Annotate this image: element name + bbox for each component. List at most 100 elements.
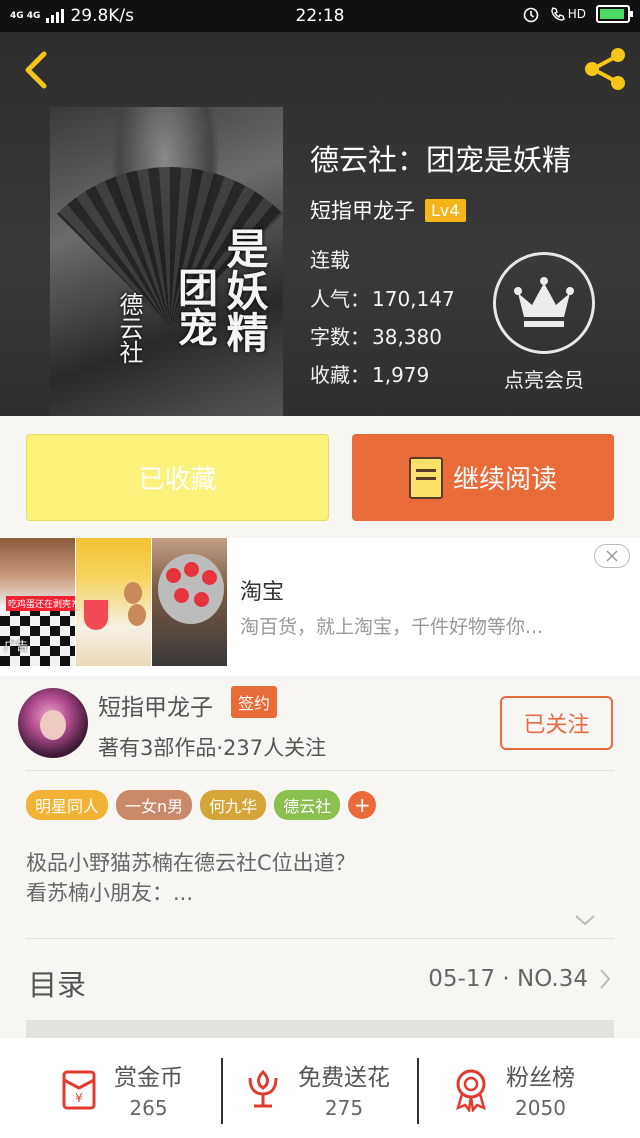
egg-cup [166,568,181,583]
hd-call-icon: HD [550,6,586,22]
table-of-contents-row[interactable]: 目录 05-17 · NO.34 [0,940,640,1024]
divider [26,770,614,771]
book-title: 德云社：团宠是妖精 [310,143,572,177]
words-label: 字数： [310,325,370,349]
author-avatar[interactable] [18,688,88,758]
chevron-left-icon [25,51,47,89]
tag-item[interactable]: 明星同人 [26,790,109,820]
red-envelope-icon: ¥ [62,1070,96,1110]
back-button[interactable] [18,48,58,92]
status-bar: 4G 4G 29.8K/s 22:18 HD [0,0,640,32]
ad-thumbnail: 吃鸡蛋还在剥壳? 广告 [0,538,75,666]
reward-value: 265 [129,1096,168,1120]
book-header: 是妖精 团宠 德云社 德云社：团宠是妖精 短指甲龙子 Lv4 连载 人气： 170… [0,32,640,416]
flowers-value: 275 [324,1096,364,1120]
ad-thumb-caption: 吃鸡蛋还在剥壳? [6,596,75,611]
section-spacer [26,1020,614,1038]
favorites-value: 1,979 [372,363,430,387]
fans-text: 粉丝榜 2050 [506,1058,575,1120]
book-details: 短指甲龙子 签约 著有3部作品·237人关注 已关注 明星同人 一女n男 何九华… [0,676,640,1138]
flower-icon [248,1069,278,1108]
svg-text:¥: ¥ [75,1091,83,1105]
egg-cup [202,570,217,585]
book-popularity: 人气： 170,147 [310,283,455,312]
book-word-count: 字数： 38,380 [310,321,442,350]
egg [124,582,142,604]
author-name[interactable]: 短指甲龙子 [98,688,213,722]
alarm-icon [523,7,539,23]
favorites-label: 收藏： [310,363,370,387]
favorited-button[interactable]: 已收藏 [26,434,329,521]
vip-label: 点亮会员 [504,368,584,392]
words-value: 38,380 [372,325,442,349]
fans-value: 2050 [515,1096,566,1120]
egg-cup [174,588,189,603]
tag-item[interactable]: 何九华 [200,790,267,820]
cover-title-part: 是妖精 [220,227,269,353]
signed-badge: 签约 [231,686,278,718]
toc-title: 目录 [28,968,87,1002]
continue-reading-label: 继续阅读 [452,465,557,495]
separator [221,1058,223,1124]
checkerboard [0,606,75,666]
popularity-value: 170,147 [372,287,455,311]
reward-coins-button[interactable]: ¥ 赏金币 265 [56,1054,183,1124]
flowers-label: 免费送花 [298,1065,390,1091]
chevron-down-icon [575,915,595,926]
ad-close-button[interactable] [594,544,630,568]
tag-list: 明星同人 一女n男 何九华 德云社 + [26,790,377,820]
toc-latest: 05-17 · NO.34 [428,966,612,992]
bottom-action-bar: ¥ 赏金币 265 免费送花 275 粉丝榜 2050 [0,1038,640,1138]
book-author-row: 短指甲龙子 Lv4 [310,195,466,225]
author-info: 著有3部作品·237人关注 [98,736,327,760]
book-description[interactable]: 极品小野猫苏楠在德云社C位出道？ 看苏楠小朋友：... [26,848,356,908]
share-icon [585,48,625,90]
share-button[interactable] [580,44,630,94]
add-tag-button[interactable]: + [348,791,377,819]
book-cover[interactable]: 是妖精 团宠 德云社 [50,107,283,416]
vip-circle [493,252,595,354]
reward-text: 赏金币 265 [114,1058,183,1120]
ad-banner[interactable]: 吃鸡蛋还在剥壳? 广告 淘宝 淘百货，就上淘宝，千件好物等你... [0,538,640,676]
divider [26,938,614,939]
popularity-label: 人气： [310,287,370,311]
ad-thumbnail [152,538,227,666]
fans-label: 粉丝榜 [506,1065,575,1091]
crown-icon [514,277,574,327]
book-icon [408,456,443,499]
book-favorites: 收藏： 1,979 [310,359,429,388]
tag-item[interactable]: 德云社 [274,790,341,820]
chevron-right-icon [600,969,611,989]
level-badge: Lv4 [425,198,466,222]
send-flowers-button[interactable]: 免费送花 275 [240,1054,390,1124]
cover-title-part: 德云社 [115,292,143,364]
egg-cup [84,600,108,630]
reward-label: 赏金币 [114,1065,183,1091]
description-line: 看苏楠小朋友：... [26,881,194,905]
close-icon [606,550,618,562]
ad-description: 淘百货，就上淘宝，千件好物等你... [240,616,544,638]
description-line: 极品小野猫苏楠在德云社C位出道？ [26,851,356,875]
vip-button[interactable]: 点亮会员 [493,252,595,393]
fan-ranking-button[interactable]: 粉丝榜 2050 [448,1054,575,1124]
latest-chapter: 05-17 · NO.34 [428,966,588,992]
ad-thumbnail [76,538,151,666]
ad-title: 淘宝 [240,580,285,605]
continue-reading-button[interactable]: 继续阅读 [352,434,614,521]
tag-item[interactable]: 一女n男 [116,790,193,820]
medal-icon [456,1069,486,1112]
status-right: HD [522,5,633,23]
egg-cup [194,592,209,607]
action-row: 已收藏 继续阅读 [0,416,640,538]
egg-cup [184,562,199,577]
book-author[interactable]: 短指甲龙子 [310,195,415,225]
egg [128,604,146,626]
hd-label: HD [567,7,586,21]
separator [417,1058,419,1124]
expand-description-button[interactable] [573,912,597,931]
battery-icon [596,5,633,23]
follow-button[interactable]: 已关注 [500,696,613,750]
flowers-text: 免费送花 275 [298,1058,390,1120]
cover-title-part: 团宠 [171,267,218,347]
ad-tag: 广告 [4,639,29,653]
